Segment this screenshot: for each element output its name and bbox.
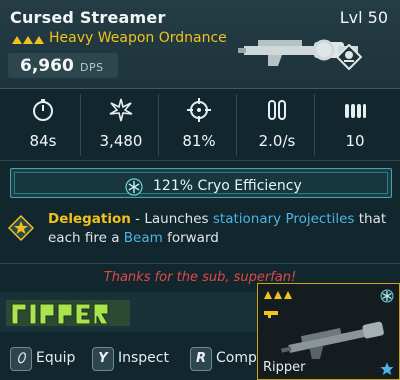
ripper-logo-icon (6, 300, 130, 326)
inspect-label: Inspect (118, 350, 169, 366)
fire-rate-icon (268, 100, 286, 120)
equip-label: Equip (36, 350, 76, 366)
perk-text: forward (162, 230, 219, 246)
dps-box: 6,960 DPS (8, 53, 118, 78)
favorite-star-icon[interactable] (380, 362, 394, 376)
impact-burst-icon (109, 98, 133, 122)
equipped-item-card[interactable]: Ripper (257, 283, 400, 380)
cryo-element-icon (380, 289, 394, 303)
element-bar-inner: 121% Cryo Efficiency (14, 172, 388, 196)
equip-key-icon: ⬯ (10, 347, 32, 371)
perk-name: Delegation (48, 211, 131, 227)
perk-description: Delegation - Launches stationary Project… (48, 210, 393, 248)
item-level: Lvl 50 (339, 8, 388, 27)
action-prompts: ⬯ Equip Y Inspect R Compa (0, 338, 265, 380)
stat-value: 84s (29, 132, 57, 150)
item-card: Cursed Streamer Lvl 50 Heavy Weapon Ordn… (0, 0, 400, 380)
inspect-key-icon: Y (92, 347, 114, 371)
equipped-item-name: Ripper (263, 360, 306, 375)
rarity-chevrons-icon (12, 36, 44, 44)
stat-value: 3,480 (99, 132, 143, 150)
rarity-chevrons-icon (264, 291, 292, 299)
stat-value: 81% (182, 132, 216, 150)
stat-magazine: 10 (318, 94, 392, 156)
item-header: Cursed Streamer Lvl 50 Heavy Weapon Ordn… (0, 0, 400, 89)
snowflake-icon (125, 178, 143, 196)
perk-keyword-projectiles: stationary Projectiles (212, 211, 355, 227)
stat-fire-rate: 2.0/s (240, 94, 315, 156)
crosshair-icon (187, 98, 211, 122)
stat-damage: 3,480 (84, 94, 159, 156)
stat-value: 2.0/s (258, 132, 296, 150)
compare-key-icon: R (190, 347, 212, 371)
perk-text: - Launches (130, 211, 213, 227)
manufacturer-banner (0, 292, 258, 332)
dps-unit: DPS (80, 61, 104, 74)
manufacturer-ripper-badge-icon (336, 44, 362, 70)
dps-value: 6,960 (20, 56, 74, 76)
stat-value: 10 (345, 132, 365, 150)
item-name: Cursed Streamer (10, 8, 166, 27)
divider (0, 263, 400, 264)
ammo-icon (345, 104, 366, 118)
item-subtype: Heavy Weapon Ordnance (49, 30, 227, 46)
stopwatch-icon (33, 99, 53, 121)
perk-keyword-beam: Beam (123, 230, 163, 246)
divider (0, 160, 400, 161)
stat-accuracy: 81% (162, 94, 237, 156)
element-efficiency-label: 121% Cryo Efficiency (153, 178, 302, 194)
stat-duration: 84s (6, 94, 81, 156)
perk-star-icon (8, 215, 34, 241)
weapon-render-icon (281, 321, 384, 359)
stats-row: 84s 3,480 81% 2.0/s 10 (6, 94, 394, 156)
element-efficiency-bar: 121% Cryo Efficiency (10, 168, 392, 198)
